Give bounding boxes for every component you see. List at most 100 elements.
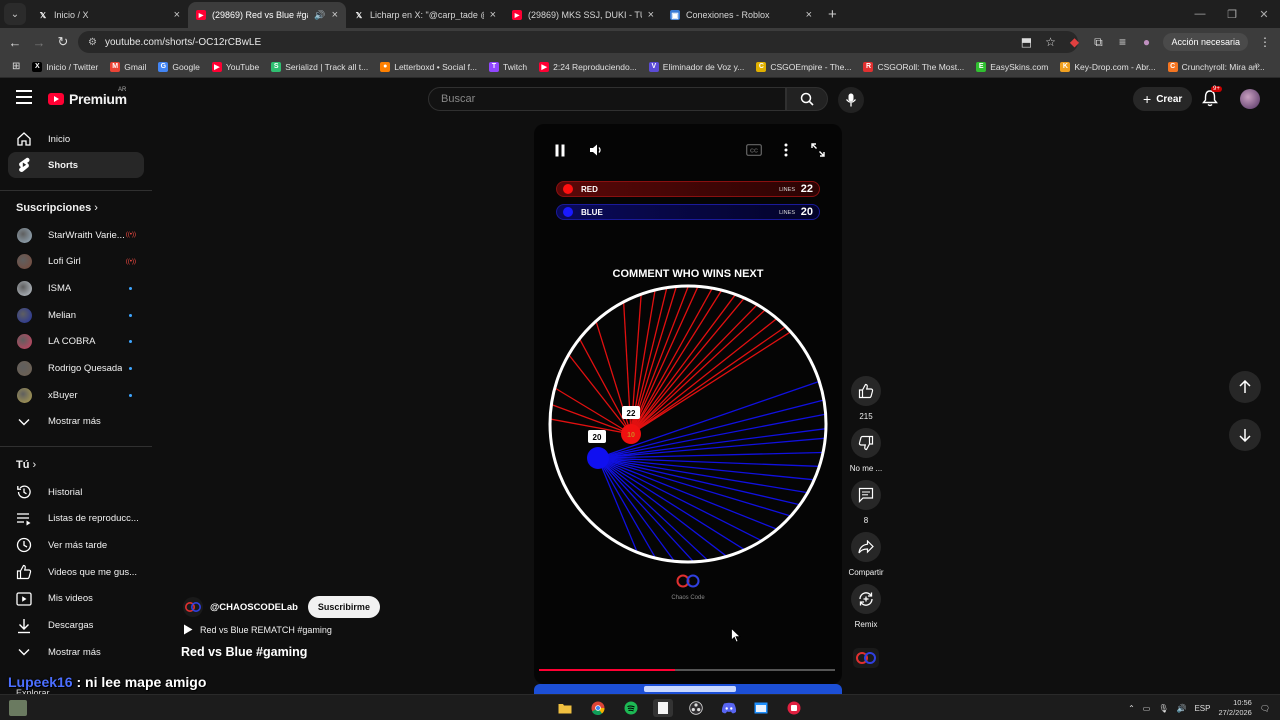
- system-clock[interactable]: 10:56 27/2/2026: [1218, 698, 1251, 718]
- restore-icon[interactable]: ❐: [1216, 0, 1248, 28]
- you-heading[interactable]: Tú ›: [16, 459, 36, 471]
- extension-adblock-icon[interactable]: ◆: [1067, 35, 1081, 49]
- browser-menu-icon[interactable]: ⋮: [1258, 35, 1272, 49]
- sidebar-item-channel[interactable]: ISMA: [8, 275, 144, 301]
- sidebar-item-channel[interactable]: Lofi Girl ((•)): [8, 249, 144, 275]
- spotify-icon[interactable]: [621, 699, 641, 717]
- account-avatar[interactable]: [1240, 89, 1260, 109]
- sidebar-item-playlists[interactable]: Listas de reproducc...: [8, 506, 144, 532]
- sidebar-item-channel[interactable]: StarWraith Varie... ((•)): [8, 222, 144, 248]
- tray-overflow-icon[interactable]: ⌃: [1128, 704, 1135, 713]
- bookmark-item[interactable]: M Gmail: [106, 61, 150, 72]
- site-info-icon[interactable]: ⚙: [88, 37, 97, 48]
- guide-menu-icon[interactable]: [16, 90, 32, 104]
- create-button[interactable]: + Crear: [1133, 87, 1193, 111]
- comments-action[interactable]: 8: [848, 480, 884, 525]
- new-tab-button[interactable]: +: [828, 6, 837, 23]
- sidebar-item-channel[interactable]: Melian: [8, 302, 144, 328]
- streaming-app-icon[interactable]: [784, 699, 804, 717]
- pause-button[interactable]: [550, 142, 570, 158]
- media-control-icon[interactable]: ≡: [1115, 35, 1129, 49]
- close-tab-icon[interactable]: ×: [332, 9, 338, 21]
- bookmark-star-icon[interactable]: ☆: [1043, 35, 1057, 49]
- action-required-button[interactable]: Acción necesaria: [1163, 33, 1248, 51]
- bookmark-item[interactable]: ● Letterboxd • Social f...: [376, 61, 481, 72]
- close-tab-icon[interactable]: ×: [648, 9, 654, 21]
- tab-roblox[interactable]: ▣ Conexiones - Roblox ×: [662, 2, 820, 28]
- subscriptions-heading[interactable]: Suscripciones ›: [16, 202, 98, 214]
- app-window-icon[interactable]: [751, 699, 771, 717]
- next-short-preview[interactable]: [534, 684, 842, 694]
- bookmark-item[interactable]: ▶ YouTube: [208, 61, 263, 72]
- channel-handle[interactable]: @CHAOSCODELab: [210, 602, 298, 613]
- next-short-button[interactable]: [1229, 419, 1261, 451]
- bookmark-item[interactable]: E EasySkins.com: [972, 61, 1052, 72]
- tab-search-button[interactable]: ⌄: [4, 3, 26, 25]
- volume-button[interactable]: [586, 142, 606, 158]
- sound-source-thumbnail[interactable]: [848, 648, 884, 673]
- sidebar-item-channel[interactable]: Rodrigo Quesada: [8, 356, 144, 382]
- bookmark-item[interactable]: T Twitch: [485, 61, 531, 72]
- fullscreen-button[interactable]: [808, 142, 828, 158]
- youtube-premium-logo[interactable]: Premium AR: [48, 87, 127, 107]
- close-tab-icon[interactable]: ×: [490, 9, 496, 21]
- file-explorer-icon[interactable]: [555, 699, 575, 717]
- sound-row[interactable]: Red vs Blue REMATCH #gaming: [183, 624, 332, 635]
- bookmark-item[interactable]: K Key-Drop.com - Abr...: [1056, 61, 1159, 72]
- audio-playing-icon[interactable]: 🔊: [314, 10, 325, 21]
- tray-app-icon[interactable]: ▭: [1143, 704, 1151, 713]
- bookmark-item[interactable]: S Serializd | Track all t...: [267, 61, 372, 72]
- search-input[interactable]: Buscar: [428, 87, 786, 111]
- tab-inicio-x[interactable]: 𝕏 Inicio / X ×: [30, 2, 188, 28]
- close-tab-icon[interactable]: ×: [174, 9, 180, 21]
- bookmark-item[interactable]: C Crunchyroll: Mira an...: [1164, 61, 1269, 72]
- extensions-icon[interactable]: ⧉: [1091, 35, 1105, 50]
- bookmark-item[interactable]: G Google: [154, 61, 203, 72]
- notepad-icon[interactable]: [653, 699, 673, 717]
- sidebar-item-channel[interactable]: LA COBRA: [8, 329, 144, 355]
- share-action[interactable]: Compartir: [848, 532, 884, 577]
- channel-avatar[interactable]: [182, 597, 204, 617]
- address-field[interactable]: ⚙ youtube.com/shorts/-OC12rCBwLE: [78, 31, 1078, 53]
- microphone-icon[interactable]: 🎙: [1158, 704, 1168, 713]
- search-button[interactable]: [786, 87, 828, 111]
- forward-icon[interactable]: →: [27, 35, 51, 50]
- close-window-icon[interactable]: ✕: [1248, 0, 1280, 28]
- like-button[interactable]: [851, 376, 881, 406]
- start-menu-avatar-icon[interactable]: [6, 699, 30, 717]
- like-action[interactable]: 215: [848, 376, 884, 421]
- reload-icon[interactable]: ↻: [51, 34, 75, 50]
- profile-avatar-icon[interactable]: ●: [1139, 35, 1153, 49]
- apps-grid-icon[interactable]: ⊞: [8, 61, 24, 72]
- tab-red-vs-blue[interactable]: ▶ (29869) Red vs Blue #gaming 🔊 ×: [188, 2, 346, 28]
- sidebar-item-watch-later[interactable]: Ver más tarde: [8, 532, 144, 558]
- input-language[interactable]: ESP: [1194, 704, 1210, 713]
- tab-mks-ssj[interactable]: ▶ (29869) MKS SSJ, DUKI - TU SIL ×: [504, 2, 662, 28]
- sidebar-item-chevron-down[interactable]: Mostrar más: [8, 639, 144, 665]
- voice-search-button[interactable]: [838, 87, 864, 113]
- remix-button[interactable]: [851, 584, 881, 614]
- bookmark-item[interactable]: X Inicio / Twitter: [28, 61, 102, 72]
- minimize-icon[interactable]: —: [1184, 0, 1216, 28]
- previous-short-button[interactable]: [1229, 371, 1261, 403]
- subscribe-button[interactable]: Suscribirme: [307, 596, 380, 618]
- remix-action[interactable]: Remix: [848, 584, 884, 629]
- captions-button[interactable]: CC: [744, 142, 764, 158]
- video-progress-bar[interactable]: [539, 669, 835, 671]
- notifications-button[interactable]: 9+: [1202, 86, 1222, 112]
- sidebar-item-channel[interactable]: xBuyer: [8, 382, 144, 408]
- bookmark-item[interactable]: R CSGORoll: The Most...: [859, 61, 968, 72]
- sidebar-item-like[interactable]: Videos que me gus...: [8, 559, 144, 585]
- sidebar-item-shorts[interactable]: Shorts: [8, 152, 144, 178]
- obs-icon[interactable]: [686, 699, 706, 717]
- bookmark-item[interactable]: V Eliminador de Voz y...: [645, 61, 749, 72]
- discord-icon[interactable]: [719, 699, 739, 717]
- dislike-button[interactable]: [851, 428, 881, 458]
- tab-licharp-x[interactable]: 𝕏 Licharp en X: "@carp_tade @Sh ×: [346, 2, 504, 28]
- chrome-icon[interactable]: [588, 699, 608, 717]
- sidebar-item-inicio[interactable]: Inicio: [8, 126, 144, 152]
- comments-button[interactable]: [851, 480, 881, 510]
- dislike-action[interactable]: No me ...: [848, 428, 884, 473]
- bookmark-item[interactable]: ▶ 2:24 Reproduciendo...: [535, 61, 641, 72]
- install-app-icon[interactable]: ⬒: [1019, 35, 1033, 49]
